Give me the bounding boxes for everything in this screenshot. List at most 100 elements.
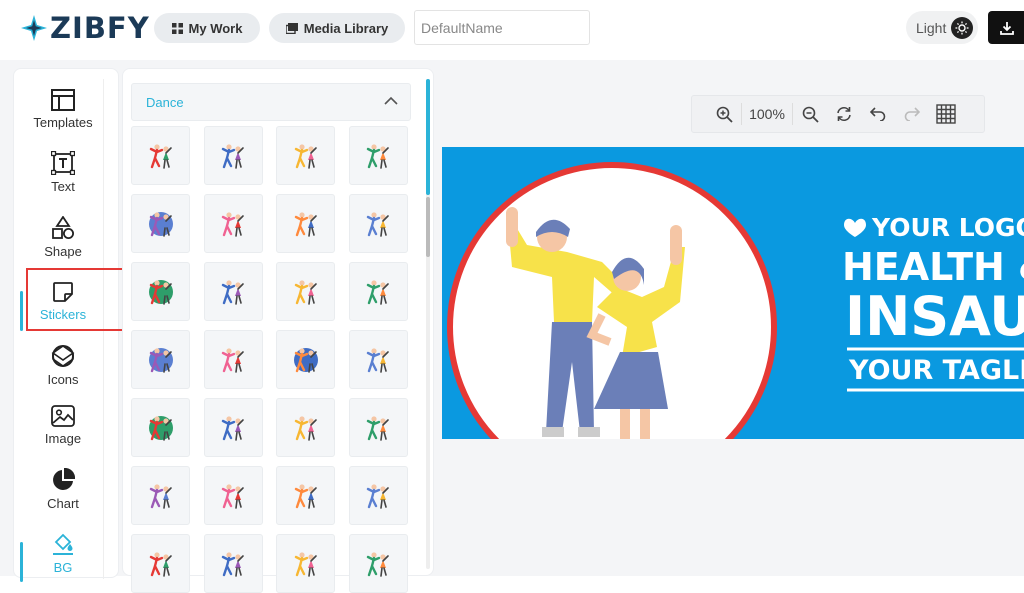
grid-toggle-button[interactable] [929,95,963,133]
my-work-label: My Work [188,20,243,36]
sticker-item[interactable] [203,126,263,185]
zoom-out-button[interactable] [793,95,827,133]
sticker-item[interactable] [131,330,190,389]
sticker-item[interactable] [131,534,190,593]
chevron-up-icon [384,96,398,105]
tool-shape[interactable]: Shape [22,207,104,267]
zoom-level: 100% [741,103,793,125]
sticker-item[interactable] [203,194,263,253]
image-icon [51,404,75,427]
sticker-item[interactable] [203,398,263,457]
design-tagline[interactable]: YOUR TAGLIN [849,355,1024,386]
design-logo-text[interactable]: YOUR LOGO [872,213,1024,242]
panel-scroll-thumb[interactable] [426,79,430,195]
download-icon [1000,21,1014,35]
undo-icon [870,107,886,121]
tool-text[interactable]: Text [22,142,104,202]
sticker-item[interactable] [348,126,408,185]
sticker-item[interactable] [276,398,335,457]
heart-icon [844,218,866,237]
dancer-sticker-icon [294,415,317,441]
sticker-item[interactable] [348,466,408,525]
zoom-in-button[interactable] [707,95,741,133]
undo-button[interactable] [861,95,895,133]
sticker-item[interactable] [348,262,408,321]
download-button[interactable] [988,11,1024,44]
reset-button[interactable] [827,95,861,133]
dancer-sticker-icon [221,279,244,305]
tool-templates[interactable]: Templates [22,79,104,139]
bg-active-indicator [20,542,23,582]
sticker-item[interactable] [276,194,335,253]
dancer-sticker-icon [148,211,173,237]
theme-toggle[interactable]: Light [906,11,978,44]
design-title-line2[interactable]: INSAU [845,285,1024,348]
tool-bg[interactable]: BG [22,523,104,583]
refresh-icon [837,106,851,122]
category-label: Dance [146,94,184,110]
stickers-active-indicator [20,291,23,331]
dancer-sticker-icon [366,143,389,169]
category-header-dance[interactable]: Dance [131,83,411,121]
dancer-sticker-icon [221,415,244,441]
sticker-item[interactable] [276,126,335,185]
dancer-sticker-icon [149,143,172,169]
tool-icons[interactable]: Icons [22,335,104,395]
dancer-sticker-icon [221,211,244,237]
redo-button[interactable] [895,95,929,133]
tool-label: BG [53,559,73,575]
logo[interactable]: ZIBFY [20,10,150,46]
zoom-in-icon [716,106,733,123]
sticker-item[interactable] [131,262,190,321]
sticker-item[interactable] [348,194,408,253]
sticker-item[interactable] [348,534,408,593]
dancer-sticker-icon [294,279,317,305]
sticker-item[interactable] [276,466,335,525]
sticker-item[interactable] [203,330,263,389]
dancer-sticker-icon [148,415,173,441]
tool-label: Image [44,430,82,446]
tool-image[interactable]: Image [22,395,104,455]
dancer-sticker-icon [366,483,389,509]
dancer-sticker-icon [149,483,172,509]
sticker-item[interactable] [203,262,263,321]
sticker-item[interactable] [131,126,190,185]
dancer-sticker-icon [293,347,318,373]
sticker-item[interactable] [203,466,263,525]
sticker-item[interactable] [348,330,408,389]
dancer-sticker-icon [221,347,244,373]
app-header: ZIBFY My Work Media Library Light [0,0,1024,60]
design-name-input[interactable] [414,10,590,45]
tool-chart[interactable]: Chart [22,459,104,519]
sticker-item[interactable] [131,466,190,525]
dancer-sticker-icon [366,551,389,577]
design-canvas[interactable]: YOUR LOGO HEALTH & INSAU YOUR TAGLIN [442,147,1024,439]
text-icon [51,150,75,175]
dancer-sticker-icon [294,551,317,577]
dancer-sticker-icon [294,483,317,509]
tool-label: Text [51,178,75,194]
chart-icon [53,467,75,490]
sticker-item[interactable] [131,194,190,253]
theme-label: Light [916,19,947,36]
tool-label: Icons [47,371,79,387]
dancer-sticker-icon [366,347,389,373]
sticker-item[interactable] [203,534,263,593]
sticker-item[interactable] [348,398,408,457]
redo-icon [904,107,920,121]
dancer-sticker-icon [221,143,244,169]
media-library-label: Media Library [303,20,389,36]
sticker-item[interactable] [276,534,335,593]
design-title-line1[interactable]: HEALTH & [842,245,1024,289]
my-work-button[interactable]: My Work [154,13,260,43]
media-library-button[interactable]: Media Library [269,13,405,43]
sticker-panel: Dance [122,68,434,593]
dancer-sticker-icon [148,279,173,305]
templates-icon [51,88,75,111]
panel-scroll-handle[interactable] [426,197,430,257]
sticker-item[interactable] [276,262,335,321]
sticker-item[interactable] [276,330,335,389]
sun-icon [951,17,973,39]
dancer-sticker-icon [366,211,389,237]
sticker-item[interactable] [131,398,190,457]
